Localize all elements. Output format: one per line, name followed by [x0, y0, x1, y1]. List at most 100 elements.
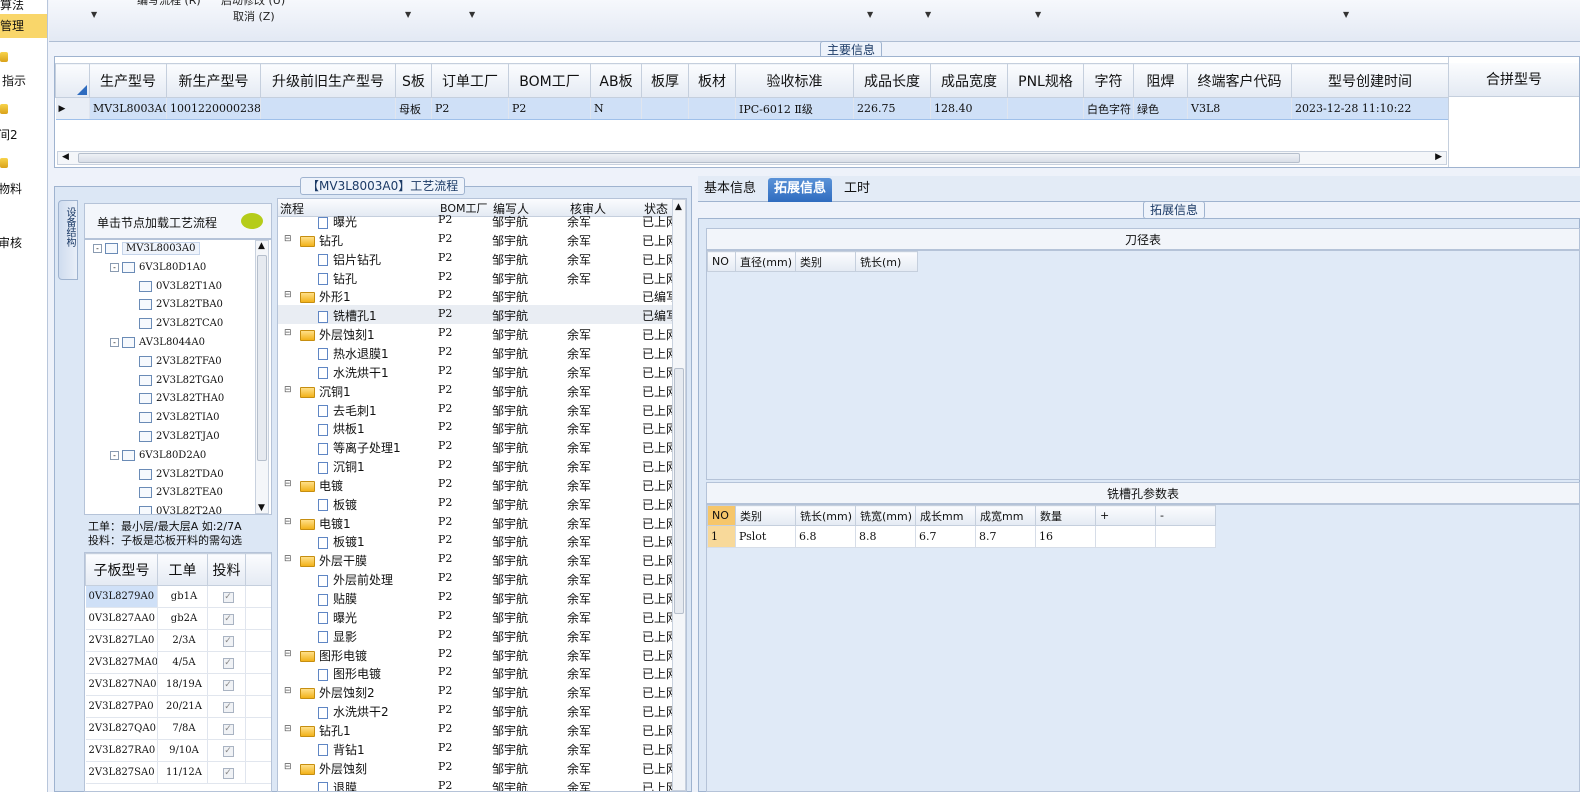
collapse-toggle-icon[interactable]: - — [110, 338, 119, 347]
tree-node[interactable]: 2V3L82TJA0 — [127, 431, 220, 442]
collapse-toggle-icon[interactable]: ⊟ — [284, 762, 292, 772]
column-header[interactable]: 型号创建时间 — [1291, 63, 1449, 98]
cell[interactable]: 8.8 — [855, 525, 916, 548]
table-row[interactable]: 2V3L827MA0 4/5A ✓ — [85, 651, 271, 674]
checkbox-cell[interactable]: ✓ — [207, 629, 246, 652]
feed-checkbox[interactable]: ✓ — [222, 613, 234, 625]
column-header[interactable]: 成长mm — [915, 505, 976, 526]
column-header[interactable]: BOM工厂 — [508, 63, 591, 98]
tab-extended-info[interactable]: 拓展信息 — [768, 178, 833, 202]
cell[interactable]: 2V3L827MA0 — [85, 651, 158, 674]
flow-row[interactable]: 贴膜 P2 邹宇航 余军 已上网 — [278, 588, 678, 607]
dropdown-arrow-icon[interactable]: ▼ — [1035, 10, 1041, 19]
cell[interactable]: V3L8 — [1187, 97, 1292, 120]
device-structure-tab[interactable]: 设备结构 — [58, 200, 78, 280]
collapse-toggle-icon[interactable]: ⊟ — [284, 290, 292, 300]
tree-node[interactable]: 2V3L82TGA0 — [127, 374, 224, 386]
dropdown-arrow-icon[interactable]: ▼ — [867, 10, 873, 19]
tree-node[interactable]: 2V3L82TBA0 — [127, 299, 223, 311]
cell[interactable] — [260, 97, 396, 120]
column-header[interactable]: 验收标准 — [735, 63, 854, 98]
table-row[interactable]: 0V3L8279A0 gb1A ✓ — [85, 585, 271, 608]
column-header[interactable]: 终端客户代码 — [1187, 63, 1292, 98]
feed-checkbox[interactable]: ✓ — [222, 723, 234, 735]
column-header[interactable]: 投料 — [207, 553, 246, 586]
nav-item-0[interactable]: 算法 — [0, 0, 47, 13]
flow-row[interactable]: 铣槽孔1 P2 邹宇航 已编写 — [278, 305, 678, 325]
cell[interactable]: 20/21A — [157, 695, 208, 718]
flow-row[interactable]: 板镀 P2 邹宇航 余军 已上网 — [278, 494, 678, 513]
table-row[interactable]: ▶ MV3L8003A0 10012200002387 母板 P2 P2 N I… — [55, 97, 1449, 120]
flow-row[interactable]: 背钻1 P2 邹宇航 余军 已上网 — [278, 739, 678, 758]
flow-row[interactable]: 去毛刺1 P2 邹宇航 余军 已上网 — [278, 400, 678, 419]
nav-item-3[interactable]: 间2 — [0, 126, 46, 143]
cell[interactable]: 11/12A — [157, 761, 208, 784]
dropdown-arrow-icon[interactable]: ▼ — [925, 10, 931, 19]
checkbox-cell[interactable]: ✓ — [207, 695, 246, 718]
collapse-toggle-icon[interactable]: ⊟ — [284, 234, 292, 244]
column-header[interactable]: 直径(mm) — [735, 251, 796, 272]
feed-checkbox[interactable]: ✓ — [222, 657, 234, 669]
cell[interactable]: 0V3L827AA0 — [85, 607, 158, 630]
column-header[interactable]: 子板型号 — [85, 553, 158, 586]
cell[interactable]: 8.7 — [975, 525, 1036, 548]
checkbox-cell[interactable]: ✓ — [207, 585, 246, 608]
flow-row[interactable]: ⊟ 电镀1 P2 邹宇航 余军 已上网 — [278, 513, 678, 532]
column-header[interactable]: NO — [707, 505, 736, 526]
table-row[interactable]: 1 Pslot 6.8 8.8 6.7 8.7 16 — [707, 525, 1216, 548]
column-header[interactable]: 数量 — [1035, 505, 1096, 526]
flow-row[interactable]: 曝光 P2 邹宇航 余军 已上网 — [278, 607, 678, 626]
cell[interactable] — [1095, 525, 1156, 548]
column-header[interactable]: 字符 — [1083, 63, 1134, 98]
column-header[interactable]: S板 — [395, 63, 432, 98]
column-header[interactable]: 铣宽(mm) — [855, 505, 916, 526]
cell[interactable] — [641, 97, 689, 120]
cell[interactable]: N — [590, 97, 642, 120]
flow-row[interactable]: 热水退膜1 P2 邹宇航 余军 已上网 — [278, 343, 678, 362]
cell[interactable]: IPC-6012 Ⅱ级 — [735, 97, 854, 120]
table-row[interactable]: 2V3L827LA0 2/3A ✓ — [85, 629, 271, 652]
column-header[interactable]: 板材 — [688, 63, 736, 98]
toolbar-button-cancel[interactable]: 取消 (Z) — [233, 8, 275, 24]
nav-item-2[interactable]: 指示 — [2, 72, 47, 89]
table-row[interactable]: 2V3L827SA0 11/12A ✓ — [85, 761, 271, 784]
flow-row[interactable]: 沉铜1 P2 邹宇航 余军 已上网 — [278, 456, 678, 475]
cell[interactable]: 1 — [707, 525, 736, 548]
cell[interactable]: 9/10A — [157, 739, 208, 762]
cell[interactable]: 2V3L827QA0 — [85, 717, 158, 740]
flow-row[interactable]: 显影 P2 邹宇航 余军 已上网 — [278, 626, 678, 645]
cell[interactable]: 7/8A — [157, 717, 208, 740]
flow-row[interactable]: ⊟ 外层蚀刻2 P2 邹宇航 余军 已上网 — [278, 682, 678, 701]
feed-checkbox[interactable]: ✓ — [222, 701, 234, 713]
tree-node[interactable]: - AV3L8044A0 — [110, 337, 205, 348]
add-column-button[interactable]: + — [1095, 505, 1156, 526]
cell[interactable]: 2V3L827PA0 — [85, 695, 158, 718]
collapse-toggle-icon[interactable]: - — [93, 244, 102, 253]
checkbox-cell[interactable]: ✓ — [207, 651, 246, 674]
column-header[interactable]: 新生产型号 — [166, 63, 261, 98]
flow-row[interactable]: ⊟ 外层蚀刻 P2 邹宇航 余军 已上网 — [278, 758, 678, 777]
cell[interactable]: 16 — [1035, 525, 1096, 548]
tree-vertical-scrollbar[interactable]: ▲ ▼ — [255, 240, 269, 514]
flow-row[interactable]: 水洗烘干2 P2 邹宇航 余军 已上网 — [278, 701, 678, 720]
collapse-toggle-icon[interactable]: ⊟ — [284, 554, 292, 564]
flow-row[interactable]: ⊟ 外形1 P2 邹宇航 已编写 — [278, 286, 678, 305]
table-row[interactable]: 2V3L827RA0 9/10A ✓ — [85, 739, 271, 762]
dropdown-arrow-icon[interactable]: ▼ — [405, 10, 411, 19]
cell[interactable]: gb2A — [157, 607, 208, 630]
column-header[interactable]: 板厚 — [641, 63, 689, 98]
table-row[interactable]: 0V3L827AA0 gb2A ✓ — [85, 607, 271, 630]
scroll-down-icon[interactable]: ▼ — [258, 503, 265, 513]
nav-item-4[interactable]: 物料 — [0, 180, 46, 197]
tree-node[interactable]: 2V3L82TDA0 — [127, 468, 224, 480]
flow-row[interactable]: 铝片钻孔 P2 邹宇航 余军 已上网 — [278, 249, 678, 268]
remove-column-button[interactable]: - — [1155, 505, 1216, 526]
collapse-toggle-icon[interactable]: ⊟ — [284, 649, 292, 659]
column-header[interactable]: 生产型号 — [89, 63, 167, 98]
cell[interactable]: 18/19A — [157, 673, 208, 696]
cell[interactable]: 白色字符 — [1083, 97, 1134, 120]
column-header[interactable]: 成品宽度 — [930, 63, 1008, 98]
collapse-toggle-icon[interactable]: - — [110, 262, 119, 272]
column-header[interactable]: 铣长(mm) — [795, 505, 856, 526]
cell[interactable]: MV3L8003A0 — [89, 97, 167, 120]
